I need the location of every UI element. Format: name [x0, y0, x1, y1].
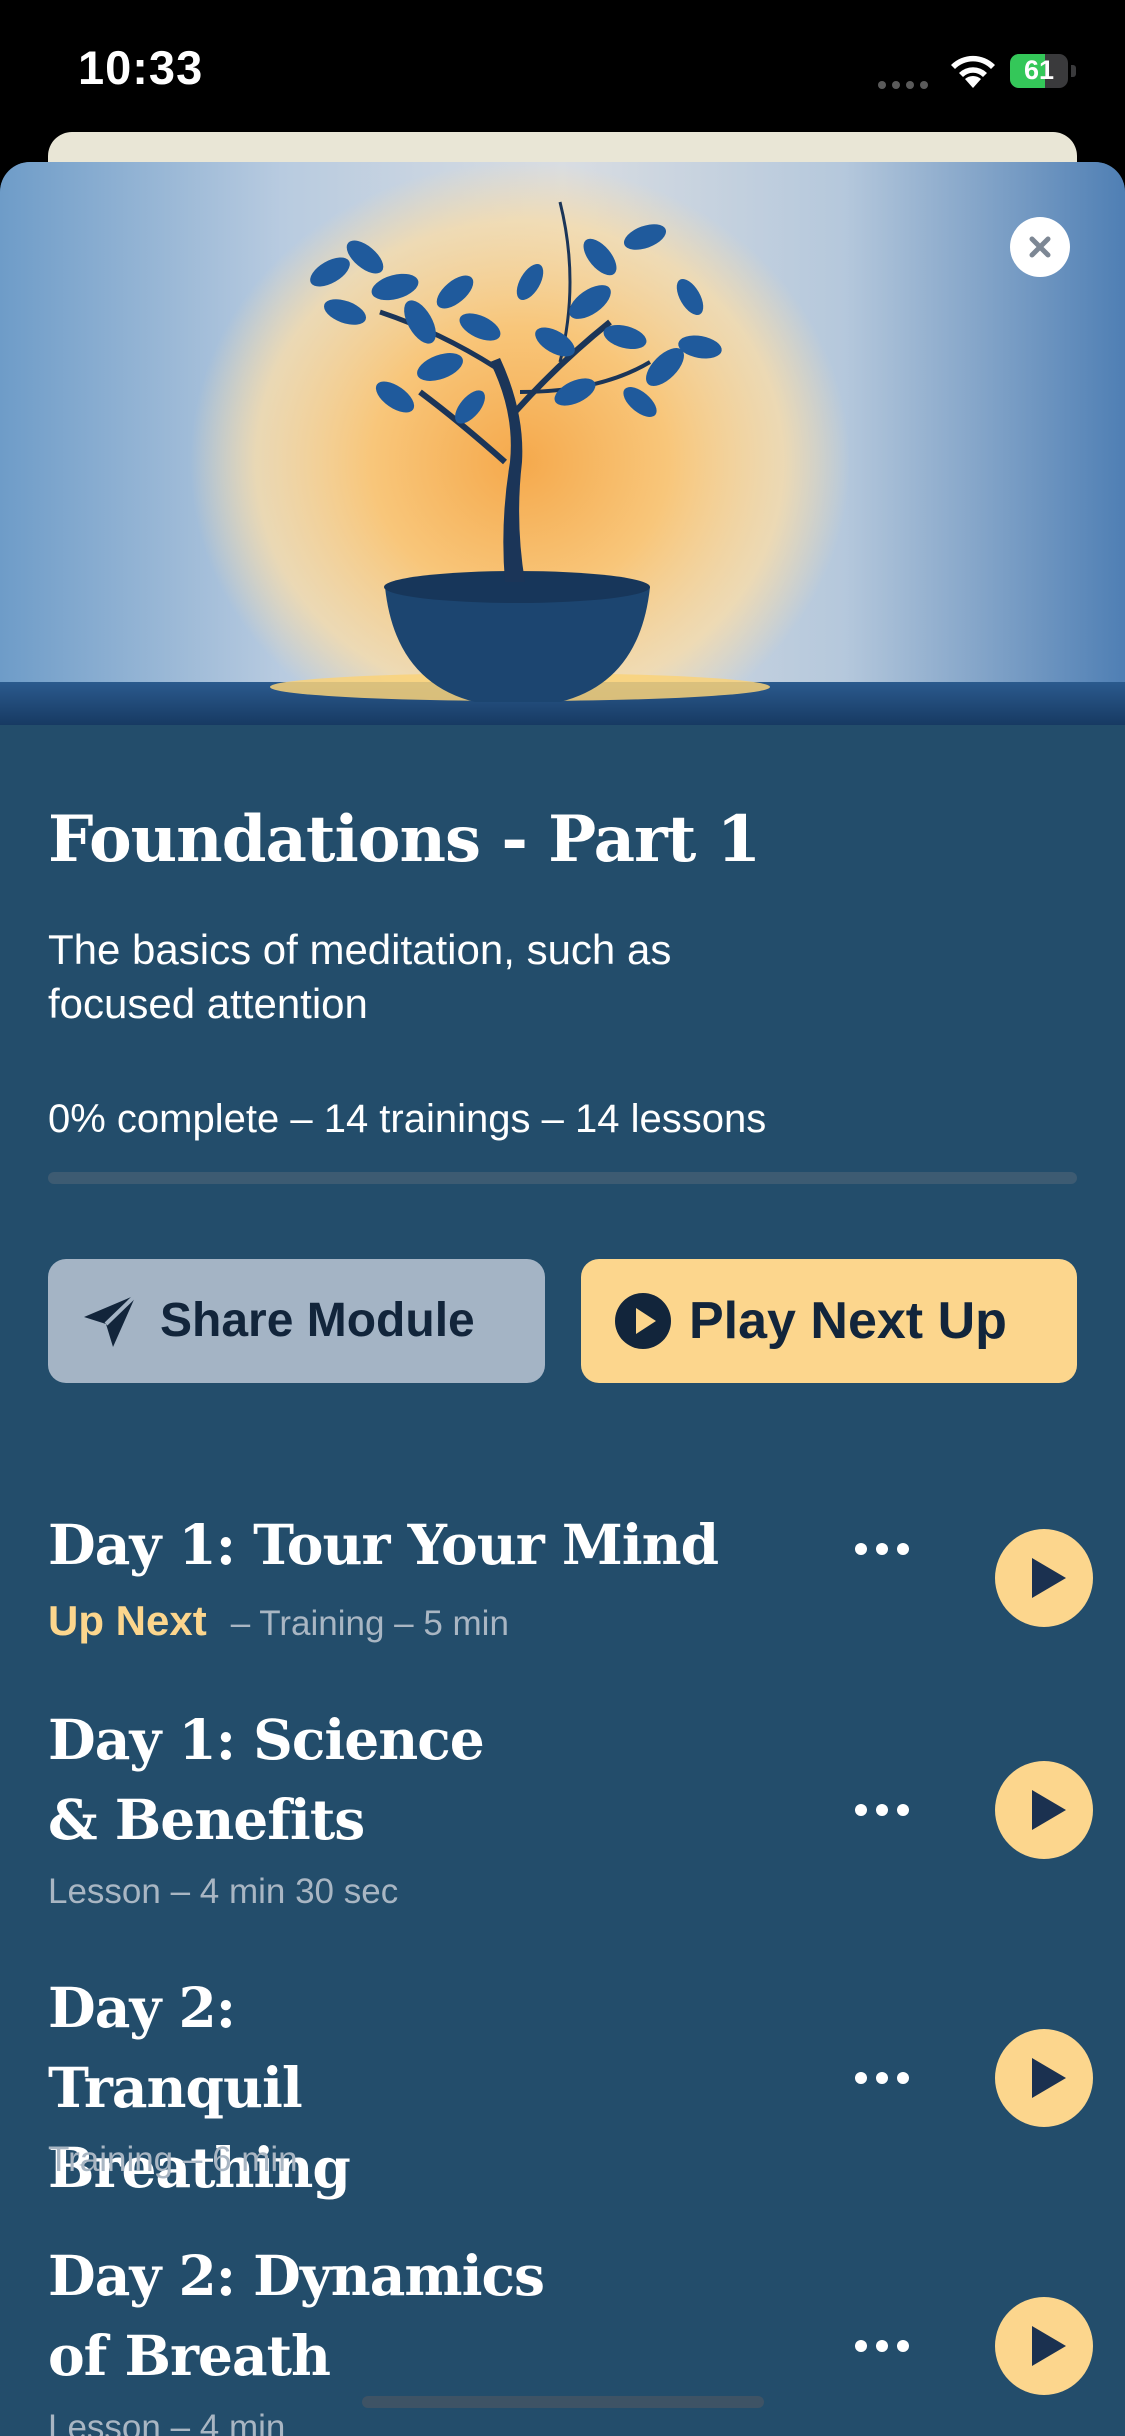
play-next-up-label: Play Next Up — [689, 1292, 1007, 1350]
play-icon — [1032, 1558, 1066, 1598]
item-title: Day 1: Tour Your Mind — [48, 1512, 719, 1577]
play-item-button[interactable] — [995, 2297, 1093, 2395]
paper-plane-icon — [84, 1293, 138, 1347]
item-subtitle: Up Next – Training – 5 min — [48, 1597, 509, 1645]
module-progress-text: 0% complete – 14 trainings – 14 lessons — [48, 1097, 767, 1141]
item-meta: – Training – 5 min — [230, 1604, 509, 1643]
battery-icon: 61 — [1010, 54, 1078, 88]
module-title: Foundations - Part 1 — [48, 802, 761, 877]
list-item[interactable]: Day 2: Tranquil Breathing Training – 6 m… — [0, 1968, 1125, 2208]
share-module-button[interactable]: Share Module — [48, 1259, 545, 1383]
play-icon — [1032, 2326, 1066, 2366]
home-indicator[interactable] — [362, 2396, 764, 2408]
close-button[interactable] — [1010, 217, 1070, 277]
status-bar: 10:33 61 — [0, 0, 1125, 135]
item-title: Day 1: Science & Benefits — [48, 1707, 485, 1852]
item-title: Day 2: Dynamics of Breath — [48, 2243, 545, 2388]
more-options-button[interactable] — [855, 1529, 921, 1569]
play-item-button[interactable] — [995, 1529, 1093, 1627]
more-options-button[interactable] — [855, 2326, 921, 2366]
play-icon — [1032, 2058, 1066, 2098]
item-subtitle: Training – 6 min — [48, 2140, 298, 2179]
list-item[interactable]: Day 1: Tour Your Mind Up Next – Training … — [0, 1505, 1125, 1685]
play-item-button[interactable] — [995, 1761, 1093, 1859]
play-icon — [1032, 1790, 1066, 1830]
close-icon — [1029, 236, 1051, 258]
play-item-button[interactable] — [995, 2029, 1093, 2127]
battery-level: 61 — [1023, 55, 1055, 85]
item-subtitle: Lesson – 4 min 30 sec — [48, 1872, 399, 1911]
play-circle-icon — [615, 1293, 671, 1349]
hero-illustration — [0, 162, 1125, 725]
item-subtitle: Lesson – 4 min — [48, 2408, 286, 2436]
more-options-button[interactable] — [855, 2058, 921, 2098]
status-time: 10:33 — [78, 41, 204, 94]
share-module-label: Share Module — [160, 1294, 475, 1347]
more-options-button[interactable] — [855, 1790, 921, 1830]
list-item[interactable]: Day 1: Science & Benefits Lesson – 4 min… — [0, 1700, 1125, 1940]
cellular-signal-icon — [878, 76, 934, 89]
up-next-badge: Up Next — [48, 1597, 207, 1644]
play-next-up-button[interactable]: Play Next Up — [581, 1259, 1077, 1383]
module-description: The basics of meditation, such as focuse… — [48, 926, 672, 1027]
wifi-icon — [951, 55, 995, 88]
module-progress-bar — [48, 1172, 1077, 1184]
